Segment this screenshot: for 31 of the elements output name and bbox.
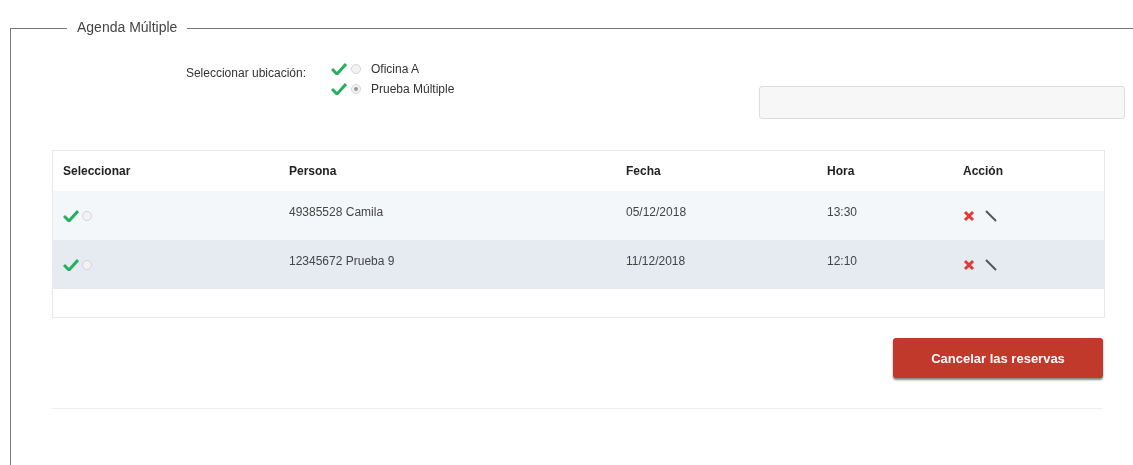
radio-button[interactable] (82, 210, 92, 221)
cancel-bookings-button[interactable]: Cancelar las reservas (893, 338, 1103, 378)
check-icon (63, 258, 79, 271)
pencil-icon[interactable] (985, 258, 997, 271)
location-label: Seleccionar ubicación: (184, 65, 306, 80)
input-field[interactable] (759, 86, 1125, 119)
check-icon (331, 83, 347, 95)
table-cell-text: 11/12/2018 (625, 253, 687, 268)
delete-icon[interactable] (963, 258, 975, 271)
table-cell-text: 12:10 (826, 253, 859, 268)
radio-button[interactable] (351, 64, 361, 74)
column-header: Hora (826, 164, 856, 178)
column-header: Acción (962, 164, 1004, 178)
column-header: Seleccionar (62, 164, 132, 178)
table-cell-text: 05/12/2018 (625, 204, 688, 219)
check-icon (63, 209, 79, 222)
table-cell-text: 12345672 Prueba 9 (288, 253, 396, 268)
column-header: Fecha (625, 164, 662, 178)
column-header: Persona (288, 164, 338, 178)
check-icon (331, 63, 347, 75)
table-cell-text: 49385528 Camila (288, 204, 385, 219)
delete-icon[interactable] (963, 209, 975, 222)
section-legend: Agenda Múltiple (67, 19, 188, 35)
table-row[interactable]: 12345672 Prueba 9 11/12/2018 12:10 (53, 240, 1104, 289)
option-label: Oficina A (371, 62, 420, 76)
option-label: Prueba Múltiple (371, 82, 455, 96)
radio-button[interactable] (82, 259, 92, 270)
pencil-icon[interactable] (985, 209, 997, 222)
table-row[interactable]: 49385528 Camila 05/12/2018 13:30 (53, 191, 1104, 240)
table-cell-text: 13:30 (826, 204, 859, 219)
radio-button[interactable] (351, 84, 361, 94)
